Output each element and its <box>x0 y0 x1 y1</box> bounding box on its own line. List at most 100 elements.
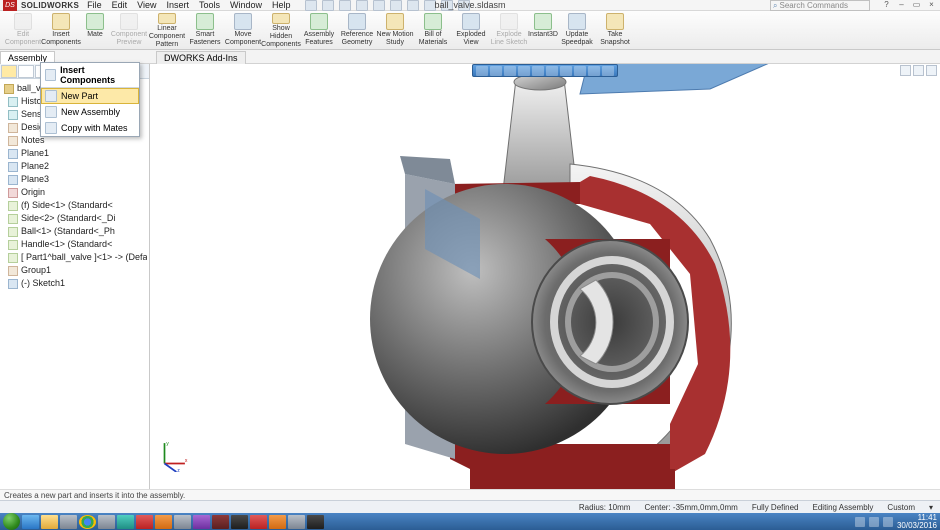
qat-new-icon[interactable] <box>305 0 317 11</box>
ribbon-instant3d[interactable]: Instant3D <box>528 13 558 49</box>
tray-volume-icon[interactable] <box>883 517 893 527</box>
ribbon-show-hidden-components[interactable]: Show Hidden Components <box>262 13 300 49</box>
close-button[interactable]: × <box>926 0 937 9</box>
display-style-icon[interactable] <box>546 66 558 76</box>
section-view-icon[interactable] <box>518 66 530 76</box>
restore-button[interactable]: ▭ <box>911 0 922 9</box>
ribbon-new-motion-study[interactable]: New Motion Study <box>376 13 414 49</box>
edit-appearance-icon[interactable] <box>574 66 586 76</box>
zoom-fit-icon[interactable] <box>476 66 488 76</box>
taskbar-app5-icon[interactable] <box>155 515 172 529</box>
taskbar-app2-icon[interactable] <box>98 515 115 529</box>
tree-item[interactable]: Ball<1> (Standard<_Ph <box>2 225 147 238</box>
tab-addins[interactable]: DWORKS Add-Ins <box>156 51 246 64</box>
ribbon-assembly-features[interactable]: Assembly Features <box>300 13 338 49</box>
status-dropdown-icon[interactable]: ▾ <box>926 503 936 512</box>
zoom-area-icon[interactable] <box>490 66 502 76</box>
tree-item[interactable]: Group1 <box>2 264 147 277</box>
ribbon-label: Linear Component Pattern <box>148 25 186 49</box>
qat-undo-icon[interactable] <box>373 0 385 11</box>
dropdown-item-new-part[interactable]: New Part <box>41 88 139 104</box>
ribbon-update-speedpak[interactable]: Update Speedpak <box>558 13 596 49</box>
taskbar-app6-icon[interactable] <box>174 515 191 529</box>
taskbar-clock[interactable]: 11:41 30/03/2016 <box>897 514 937 530</box>
graphics-viewport[interactable]: y x z <box>150 64 940 494</box>
taskbar-ps-icon[interactable] <box>269 515 286 529</box>
menu-help[interactable]: Help <box>272 0 291 10</box>
orientation-triad[interactable]: y x z <box>156 438 190 472</box>
tray-flag-icon[interactable] <box>855 517 865 527</box>
qat-print-icon[interactable] <box>356 0 368 11</box>
ribbon-icon <box>462 13 480 30</box>
tree-item-label: (f) Side<1> (Standard< <box>21 199 113 212</box>
qat-redo-icon[interactable] <box>390 0 402 11</box>
search-commands-input[interactable]: ⌕ Search Commands <box>770 0 870 11</box>
qat-save-icon[interactable] <box>339 0 351 11</box>
menu-window[interactable]: Window <box>230 0 262 10</box>
tree-item[interactable]: Side<2> (Standard<_Di <box>2 212 147 225</box>
taskbar-app1-icon[interactable] <box>60 515 77 529</box>
ribbon-label: Exploded View <box>452 31 490 47</box>
fm-tab-tree-icon[interactable] <box>1 65 17 78</box>
tree-item[interactable]: Plane3 <box>2 173 147 186</box>
ribbon-mate[interactable]: Mate <box>80 13 110 49</box>
tree-item[interactable]: (f) Side<1> (Standard< <box>2 199 147 212</box>
tree-item[interactable]: [ Part1^ball_valve ]<1> -> (Default <box>2 251 147 264</box>
apply-scene-icon[interactable] <box>588 66 600 76</box>
ribbon-move-component[interactable]: Move Component <box>224 13 262 49</box>
ribbon-label: Take Snapshot <box>596 31 634 47</box>
view-orientation-icon[interactable] <box>532 66 544 76</box>
taskbar-onenote-icon[interactable] <box>193 515 210 529</box>
hide-show-icon[interactable] <box>560 66 572 76</box>
menu-tools[interactable]: Tools <box>199 0 220 10</box>
taskbar-app7-icon[interactable] <box>231 515 248 529</box>
part-icon <box>8 253 18 263</box>
taskbar-explorer-icon[interactable] <box>41 515 58 529</box>
ribbon-icon <box>534 13 552 30</box>
taskbar-chrome-icon[interactable] <box>79 515 96 529</box>
menu-file[interactable]: File <box>87 0 102 10</box>
dropdown-item-copy-with-mates[interactable]: Copy with Mates <box>41 120 139 136</box>
taskbar-app8-icon[interactable] <box>250 515 267 529</box>
taskbar-app10-icon[interactable] <box>307 515 324 529</box>
ribbon-reference-geometry[interactable]: Reference Geometry <box>338 13 376 49</box>
ribbon-insert-components[interactable]: Insert Components <box>42 13 80 49</box>
ribbon-linear-component-pattern[interactable]: Linear Component Pattern <box>148 13 186 49</box>
menu-edit[interactable]: Edit <box>112 0 128 10</box>
tree-item-label: Ball<1> (Standard<_Ph <box>21 225 115 238</box>
ribbon-component-preview: Component Preview <box>110 13 148 49</box>
taskbar-sw-icon[interactable] <box>212 515 229 529</box>
tree-item-label: Plane2 <box>21 160 49 173</box>
tree-item[interactable]: Origin <box>2 186 147 199</box>
ribbon-bill-of-materials[interactable]: Bill of Materials <box>414 13 452 49</box>
group-icon <box>8 266 18 276</box>
tree-item[interactable]: (-) Sketch1 <box>2 277 147 290</box>
tree-item[interactable]: Plane2 <box>2 160 147 173</box>
menu-insert[interactable]: Insert <box>167 0 190 10</box>
fm-tab-property-icon[interactable] <box>18 65 34 78</box>
tree-item-label: Plane1 <box>21 147 49 160</box>
ribbon-explode-line-sketch: Explode Line Sketch <box>490 13 528 49</box>
ribbon-smart-fasteners[interactable]: Smart Fasteners <box>186 13 224 49</box>
ribbon-icon <box>52 13 70 30</box>
taskbar-app4-icon[interactable] <box>136 515 153 529</box>
ribbon-exploded-view[interactable]: Exploded View <box>452 13 490 49</box>
taskbar-ie-icon[interactable] <box>22 515 39 529</box>
tree-item[interactable]: Plane1 <box>2 147 147 160</box>
menu-view[interactable]: View <box>137 0 156 10</box>
ribbon-icon <box>568 13 586 30</box>
view-settings-icon[interactable] <box>602 66 614 76</box>
qat-select-icon[interactable] <box>407 0 419 11</box>
help-icon[interactable]: ? <box>881 0 892 9</box>
tree-item[interactable]: Handle<1> (Standard< <box>2 238 147 251</box>
start-button[interactable] <box>3 513 20 530</box>
ribbon-take-snapshot[interactable]: Take Snapshot <box>596 13 634 49</box>
previous-view-icon[interactable] <box>504 66 516 76</box>
ribbon-icon <box>14 13 32 30</box>
taskbar-app9-icon[interactable] <box>288 515 305 529</box>
taskbar-app3-icon[interactable] <box>117 515 134 529</box>
minimize-button[interactable]: – <box>896 0 907 9</box>
tray-network-icon[interactable] <box>869 517 879 527</box>
dropdown-item-new-assembly[interactable]: New Assembly <box>41 104 139 120</box>
qat-open-icon[interactable] <box>322 0 334 11</box>
